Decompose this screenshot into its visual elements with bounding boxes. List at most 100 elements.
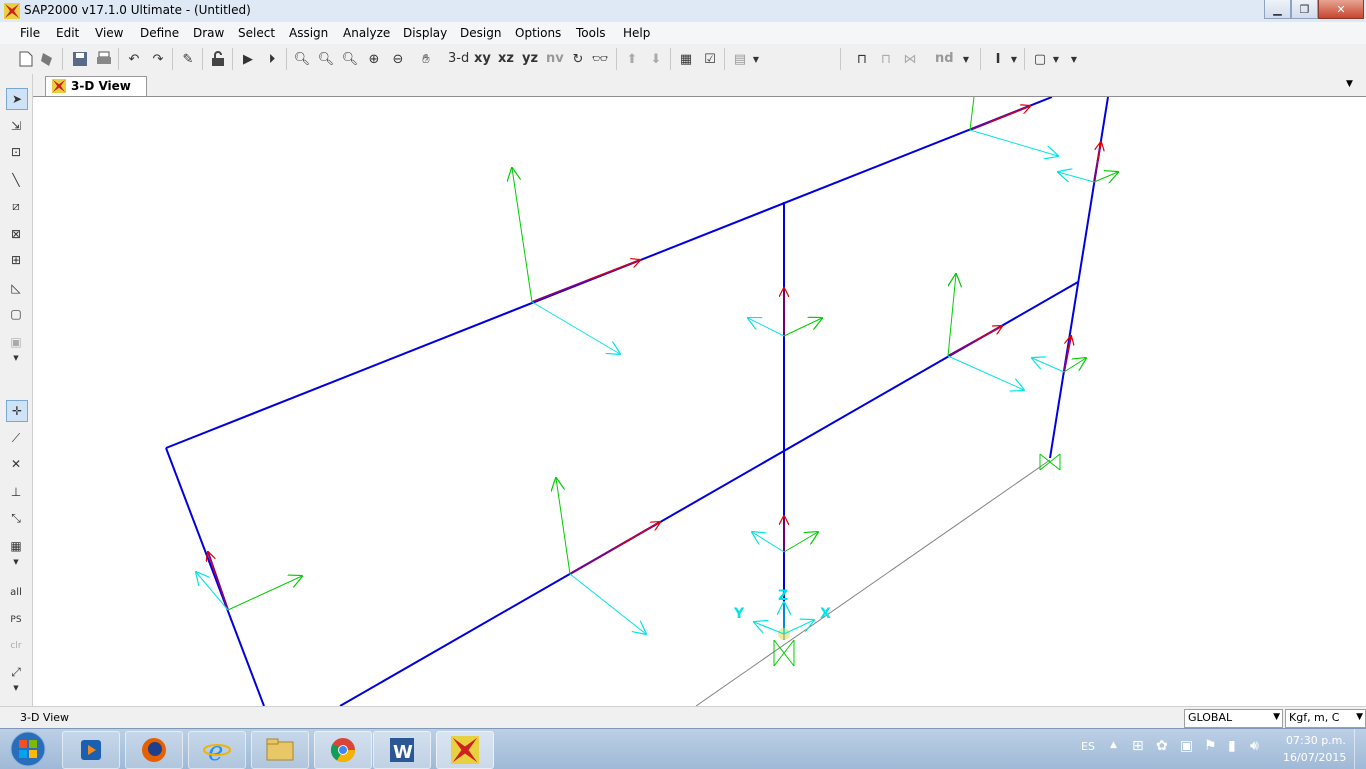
quick-draw-secondary-icon[interactable]: ⊞ — [6, 250, 26, 270]
menu-define[interactable]: Define — [140, 26, 179, 40]
zoom-out-icon[interactable]: ⊖ — [388, 49, 408, 69]
draw-frame-icon[interactable]: ⊓ — [852, 49, 872, 69]
support-center[interactable] — [773, 639, 795, 667]
previous-zoom-icon[interactable]: 🔍︎ — [340, 49, 360, 69]
menu-analyze[interactable]: Analyze — [343, 26, 390, 40]
taskbar-chrome[interactable] — [314, 731, 372, 769]
quick-draw-area-icon[interactable]: ▣ — [6, 332, 26, 352]
sync-icon[interactable]: ✿ — [1156, 738, 1168, 754]
frame-left-column[interactable] — [165, 447, 265, 706]
dropdown-chevron-icon[interactable]: ▼ — [960, 49, 972, 69]
coord-system-select[interactable]: GLOBAL ▼ — [1184, 709, 1283, 728]
units-select[interactable]: Kgf, m, C ▼ — [1285, 709, 1366, 728]
rotate-view-icon[interactable]: ↻ — [568, 49, 588, 69]
dropdown-chevron-icon[interactable]: ▼ — [1050, 49, 1062, 69]
chevron-down-icon[interactable]: ▼ — [6, 558, 26, 566]
draw-link-icon[interactable]: ⋈ — [900, 49, 920, 69]
intersecting-line-select-icon[interactable]: ⤢ — [6, 662, 26, 682]
taskbar-word[interactable]: W — [373, 731, 431, 769]
menu-file[interactable]: File — [20, 26, 40, 40]
snap-perpendicular-icon[interactable]: ⊥ — [6, 482, 26, 502]
action-center-icon[interactable]: ⊞ — [1132, 738, 1144, 754]
menu-design[interactable]: Design — [460, 26, 501, 40]
taskbar-file-explorer[interactable] — [251, 731, 309, 769]
tab-3d-view[interactable]: 3-D View — [45, 76, 147, 96]
clock-date[interactable]: 16/07/2015 — [1283, 751, 1346, 764]
zoom-in-icon[interactable]: ⊕ — [364, 49, 384, 69]
taskbar-firefox[interactable] — [125, 731, 183, 769]
language-indicator[interactable]: ES — [1081, 740, 1095, 753]
zoom-window-icon[interactable]: 🔍︎ — [292, 49, 312, 69]
move-down-icon[interactable]: ⬇ — [646, 49, 666, 69]
select-all-button[interactable]: all — [6, 582, 26, 602]
tab-dropdown-chevron-icon[interactable]: ▼ — [1346, 79, 1353, 89]
text-cursor-icon[interactable]: I — [988, 49, 1008, 69]
chevron-down-icon[interactable]: ▼ — [6, 684, 26, 692]
perspective-toggle-icon[interactable]: 👓︎ — [590, 49, 610, 69]
menu-options[interactable]: Options — [515, 26, 561, 40]
menu-tools[interactable]: Tools — [576, 26, 606, 40]
taskbar-sap2000[interactable] — [436, 731, 494, 769]
menu-help[interactable]: Help — [623, 26, 650, 40]
view-nv-button[interactable]: nv — [546, 51, 564, 66]
pointer-select-icon[interactable]: ➤ — [6, 88, 28, 110]
nd-button[interactable]: nd — [935, 51, 954, 66]
restore-view-icon[interactable]: 🔍︎ — [316, 49, 336, 69]
menu-display[interactable]: Display — [403, 26, 447, 40]
start-button[interactable] — [6, 730, 50, 768]
volume-icon[interactable]: 🔊︎ — [1250, 738, 1259, 754]
flag-icon[interactable]: ⚑ — [1204, 738, 1217, 754]
pencil-lock-icon[interactable]: ✎ — [178, 49, 198, 69]
dropdown-chevron-icon[interactable]: ▼ — [1008, 49, 1020, 69]
menu-draw[interactable]: Draw — [193, 26, 224, 40]
quick-draw-braces-icon[interactable]: ⊠ — [6, 224, 26, 244]
snap-intersection-icon[interactable]: ✕ — [6, 454, 26, 474]
model-drawing[interactable]: Z Y X — [33, 97, 1366, 706]
save-icon[interactable] — [70, 49, 90, 69]
chevron-down-icon[interactable]: ▼ — [6, 354, 26, 362]
run-now-icon[interactable]: ⏵ — [262, 49, 282, 69]
view-xz-button[interactable]: xz — [498, 51, 514, 66]
pan-hand-icon[interactable]: ✋︎ — [416, 49, 436, 69]
menu-edit[interactable]: Edit — [56, 26, 79, 40]
quick-draw-frame-icon[interactable]: ⧄ — [6, 196, 26, 216]
draw-frame-line-icon[interactable]: ╲ — [6, 170, 26, 190]
maximize-button[interactable]: ❐ — [1291, 0, 1318, 19]
view-xy-button[interactable]: xy — [474, 51, 491, 66]
view-3d-button[interactable]: 3-d — [448, 51, 469, 66]
menu-select[interactable]: Select — [238, 26, 275, 40]
show-undeformed-icon[interactable]: ▤ — [730, 49, 750, 69]
check-box-icon[interactable]: ☑ — [700, 49, 720, 69]
snap-points-icon[interactable]: ✛ — [6, 400, 28, 422]
close-button[interactable]: ✕ — [1318, 0, 1364, 19]
unlock-icon[interactable] — [208, 49, 228, 69]
show-hidden-icons-icon[interactable]: ▲ — [1110, 740, 1117, 750]
quick-draw-frame-icon[interactable]: ⊓ — [876, 49, 896, 69]
draw-area-icon[interactable]: ▢ — [1030, 49, 1050, 69]
menu-view[interactable]: View — [95, 26, 123, 40]
undo-icon[interactable]: ↶ — [124, 49, 144, 69]
view-yz-button[interactable]: yz — [522, 51, 538, 66]
redo-icon[interactable]: ↷ — [148, 49, 168, 69]
menu-assign[interactable]: Assign — [289, 26, 328, 40]
previous-selection-button[interactable]: PS — [6, 610, 26, 630]
draw-rect-area-icon[interactable]: ▢ — [6, 304, 26, 324]
run-analysis-icon[interactable]: ▶ — [238, 49, 258, 69]
print-icon[interactable] — [94, 49, 114, 69]
new-model-icon[interactable] — [16, 49, 36, 69]
minimize-button[interactable]: ▁ — [1264, 0, 1291, 19]
toolbar-overflow-icon[interactable]: ▼ — [1068, 49, 1080, 69]
show-desktop-button[interactable] — [1354, 729, 1366, 769]
set-display-options-icon[interactable]: ▦ — [676, 49, 696, 69]
move-up-icon[interactable]: ⬆ — [622, 49, 642, 69]
snap-grid-icon[interactable]: ▦ — [6, 536, 26, 556]
taskbar-media-player[interactable] — [62, 731, 120, 769]
snap-extension-icon[interactable]: ⤡ — [6, 508, 26, 528]
snap-line-icon[interactable]: ⟋ — [6, 428, 26, 448]
draw-joint-icon[interactable]: ⊡ — [6, 142, 26, 162]
clock-time[interactable]: 07:30 p.m. — [1286, 734, 1346, 747]
reshape-object-icon[interactable]: ⇲ — [6, 116, 26, 136]
open-file-icon[interactable] — [38, 49, 58, 69]
3d-view-canvas[interactable]: Z Y X — [33, 97, 1366, 706]
draw-poly-area-icon[interactable]: ◺ — [6, 278, 26, 298]
